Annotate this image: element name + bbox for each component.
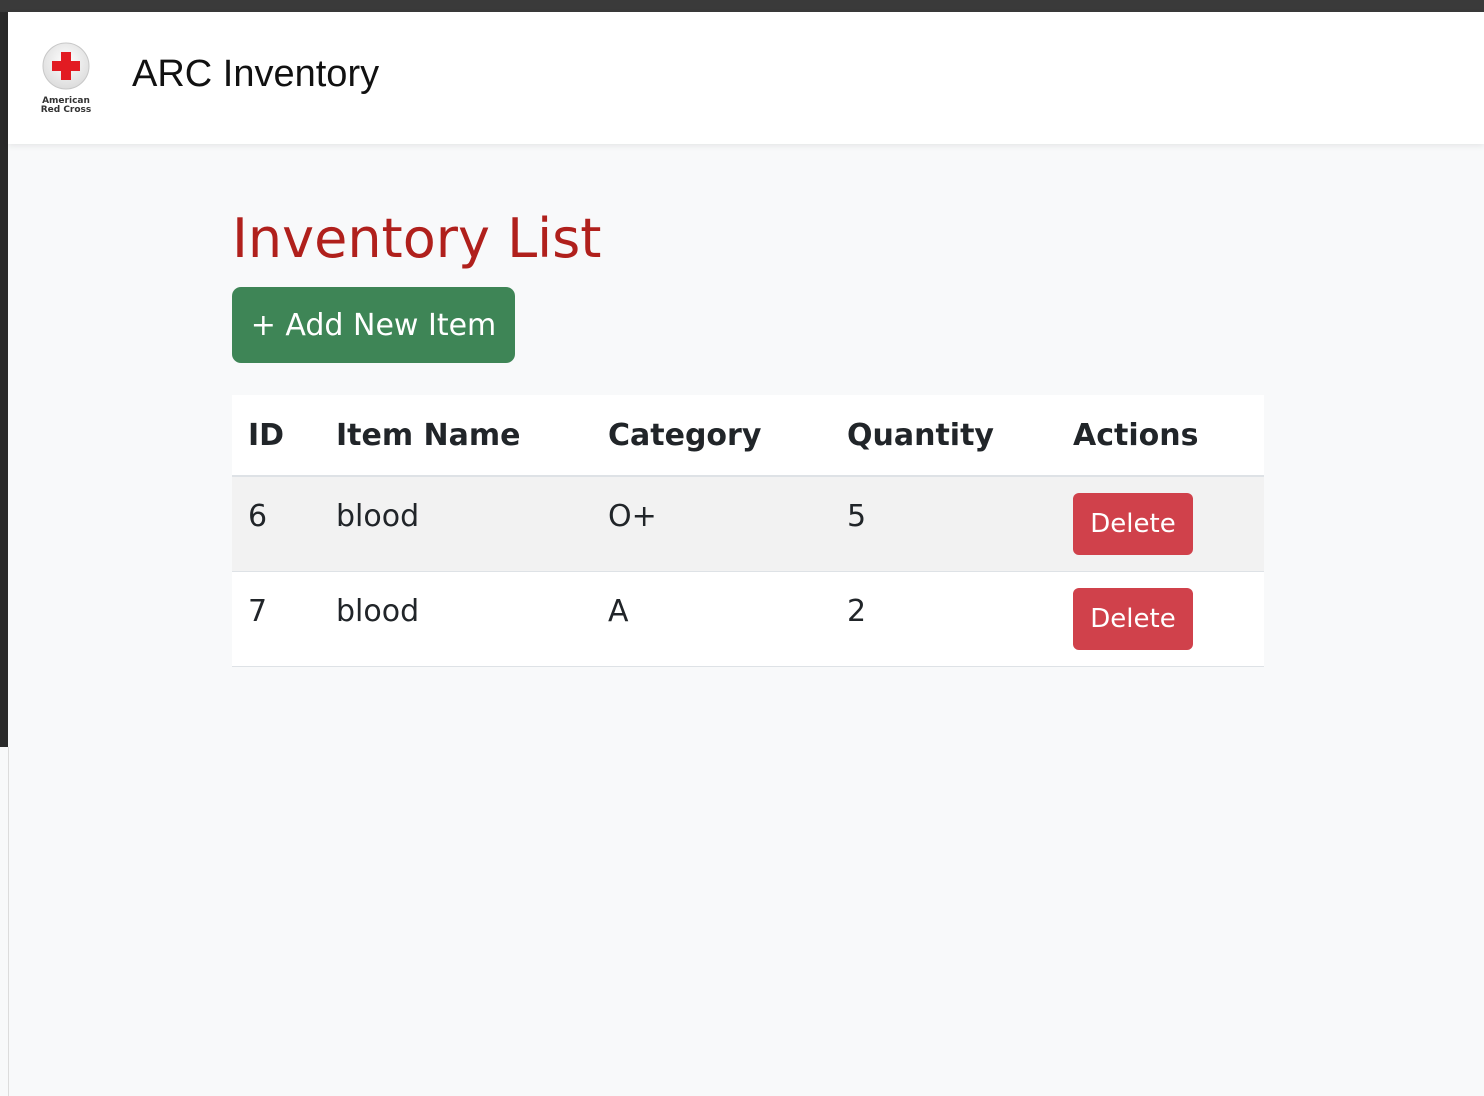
- cell-actions: Delete: [1057, 476, 1264, 572]
- inventory-table-container: ID Item Name Category Quantity Actions 6…: [232, 395, 1264, 667]
- window-top-bar: [0, 0, 1484, 12]
- red-cross-icon: [42, 42, 90, 90]
- header-item-name: Item Name: [320, 395, 592, 477]
- header-id: ID: [232, 395, 320, 477]
- page-title: Inventory List: [232, 207, 602, 270]
- table-header: ID Item Name Category Quantity Actions: [232, 395, 1264, 477]
- cell-id: 7: [232, 571, 320, 667]
- header-category: Category: [592, 395, 831, 477]
- add-new-item-button[interactable]: + Add New Item: [232, 287, 515, 363]
- table-header-row: ID Item Name Category Quantity Actions: [232, 395, 1264, 477]
- cell-quantity: 2: [831, 571, 1057, 667]
- cell-item-name: blood: [320, 476, 592, 572]
- left-edge-strip: [0, 12, 9, 1096]
- cell-category: A: [592, 571, 831, 667]
- logo-text: American Red Cross: [40, 97, 92, 115]
- navbar: American Red Cross ARC Inventory: [8, 12, 1484, 144]
- header-actions: Actions: [1057, 395, 1264, 477]
- delete-button[interactable]: Delete: [1073, 493, 1193, 555]
- logo[interactable]: American Red Cross: [40, 42, 92, 120]
- table-row: 7 blood A 2 Delete: [232, 571, 1264, 667]
- cell-category: O+: [592, 476, 831, 572]
- table-row: 6 blood O+ 5 Delete: [232, 476, 1264, 572]
- inventory-table: ID Item Name Category Quantity Actions 6…: [232, 395, 1264, 667]
- app-title[interactable]: ARC Inventory: [132, 50, 379, 98]
- cell-quantity: 5: [831, 476, 1057, 572]
- delete-button[interactable]: Delete: [1073, 587, 1193, 650]
- cell-actions: Delete: [1057, 571, 1264, 667]
- header-quantity: Quantity: [831, 395, 1057, 477]
- table-body: 6 blood O+ 5 Delete 7 blood A 2 Delete: [232, 476, 1264, 667]
- cell-item-name: blood: [320, 571, 592, 667]
- logo-text-line2: Red Cross: [40, 105, 92, 115]
- left-edge-strip-lower: [0, 747, 9, 1096]
- cell-id: 6: [232, 476, 320, 572]
